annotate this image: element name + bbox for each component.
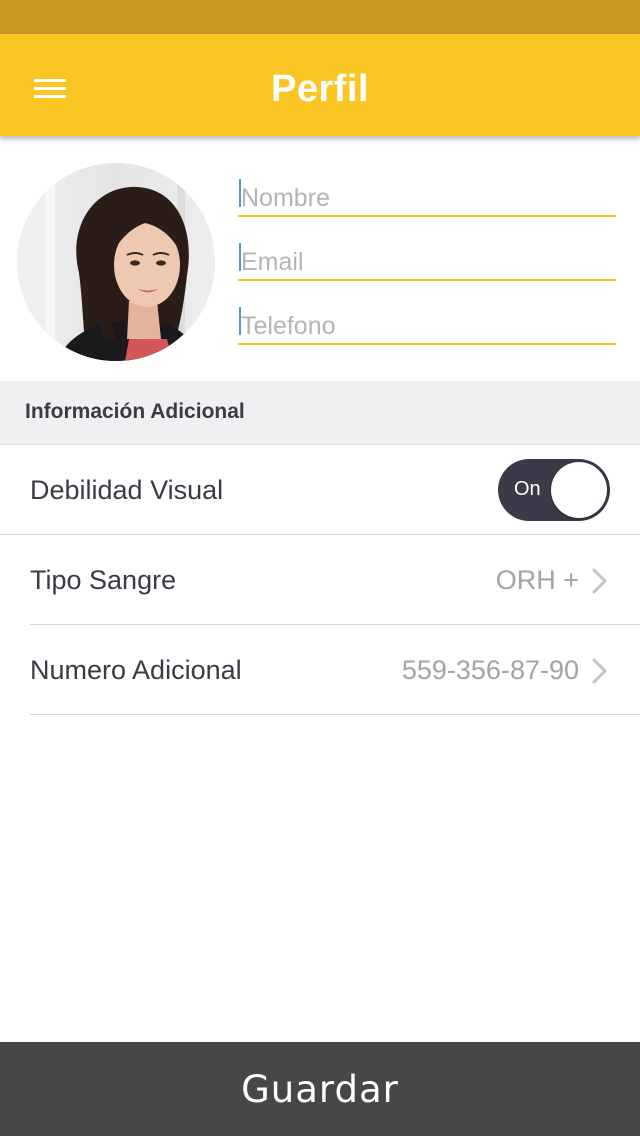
section-header: Información Adicional <box>0 381 640 445</box>
avatar[interactable] <box>17 163 215 361</box>
page-title: Perfil <box>270 68 370 110</box>
name-input[interactable] <box>238 173 616 215</box>
blood-type-row[interactable]: Tipo Sangre ORH + <box>0 535 640 625</box>
save-button[interactable]: Guardar <box>0 1042 640 1136</box>
name-field[interactable] <box>238 173 616 217</box>
profile-section <box>0 136 640 381</box>
additional-number-value: 559-356-87-90 <box>401 655 579 685</box>
section-title: Información Adicional <box>25 400 245 423</box>
phone-field[interactable] <box>238 301 616 345</box>
status-bar <box>0 0 640 34</box>
toggle-state-label: On <box>514 478 541 500</box>
text-cursor <box>239 243 241 271</box>
phone-input[interactable] <box>238 301 616 343</box>
blood-type-value: ORH + <box>495 565 579 595</box>
toggle-knob <box>551 462 607 518</box>
chevron-right-icon <box>592 658 607 684</box>
visual-impairment-row: Debilidad Visual On <box>0 445 640 535</box>
text-cursor <box>239 307 241 335</box>
app-bar: Perfil <box>0 34 640 136</box>
email-field[interactable] <box>238 237 616 281</box>
chevron-right-icon <box>592 568 607 594</box>
visual-impairment-label: Debilidad Visual <box>30 475 224 505</box>
user-photo <box>17 163 215 361</box>
email-input[interactable] <box>238 237 616 279</box>
text-cursor <box>239 179 241 207</box>
additional-number-label: Numero Adicional <box>30 655 242 685</box>
blood-type-label: Tipo Sangre <box>30 565 177 595</box>
visual-impairment-toggle[interactable]: On <box>498 459 610 521</box>
additional-number-row[interactable]: Numero Adicional 559-356-87-90 <box>0 625 640 715</box>
